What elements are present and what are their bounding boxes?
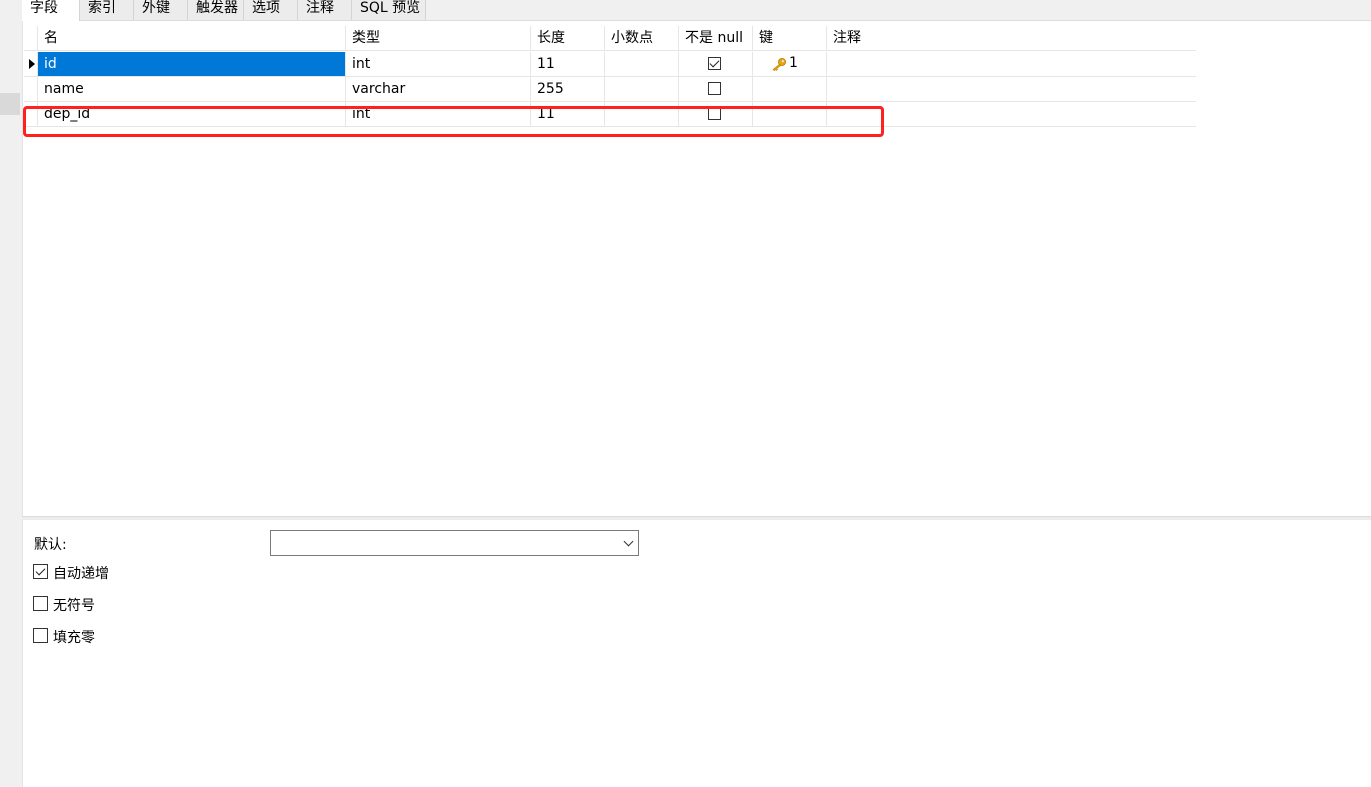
key-order-number: 1 — [789, 55, 798, 71]
zerofill-label[interactable]: 填充零 — [53, 627, 95, 647]
panel-splitter[interactable] — [22, 516, 1371, 520]
chevron-down-icon[interactable] — [623, 536, 634, 547]
tab-foreign-keys[interactable]: 外键 — [134, 0, 188, 20]
tab-fields[interactable]: 字段 — [22, 0, 80, 21]
not-null-checkbox[interactable] — [708, 57, 721, 70]
field-type-cell[interactable]: int — [346, 102, 531, 126]
header-indicator — [24, 26, 38, 50]
column-header-decimals[interactable]: 小数点 — [605, 26, 679, 50]
table-row[interactable]: dep_id int 11 — [24, 102, 1196, 127]
field-decimals-cell[interactable] — [605, 102, 679, 126]
field-name-cell[interactable]: dep_id — [38, 102, 346, 126]
default-value-select[interactable] — [270, 530, 639, 556]
column-header-type[interactable]: 类型 — [346, 26, 531, 50]
unsigned-checkbox[interactable] — [33, 596, 48, 611]
auto-increment-checkbox[interactable] — [33, 564, 48, 579]
auto-increment-label[interactable]: 自动递增 — [53, 563, 109, 583]
field-name-cell[interactable]: name — [38, 77, 346, 101]
table-row[interactable]: id int 11 1 — [24, 52, 1196, 77]
row-indicator — [24, 77, 38, 101]
default-label: 默认: — [34, 537, 67, 553]
field-not-null-cell[interactable] — [679, 52, 753, 76]
field-not-null-cell[interactable] — [679, 102, 753, 126]
field-decimals-cell[interactable] — [605, 77, 679, 101]
current-row-arrow-icon — [29, 59, 35, 69]
column-header-name[interactable]: 名 — [38, 26, 346, 50]
left-panel-strip — [0, 0, 23, 787]
field-length-cell[interactable]: 255 — [531, 77, 605, 101]
tab-comment[interactable]: 注释 — [298, 0, 352, 20]
field-key-cell[interactable] — [753, 77, 827, 101]
tab-options[interactable]: 选项 — [244, 0, 298, 20]
field-decimals-cell[interactable] — [605, 52, 679, 76]
row-indicator — [24, 52, 38, 76]
field-comment-cell[interactable] — [827, 52, 1196, 76]
tab-triggers[interactable]: 触发器 — [188, 0, 244, 20]
field-type-cell[interactable]: varchar — [346, 77, 531, 101]
column-header-key[interactable]: 键 — [753, 26, 827, 50]
field-comment-cell[interactable] — [827, 102, 1196, 126]
not-null-checkbox[interactable] — [708, 107, 721, 120]
field-key-cell[interactable]: 1 — [753, 52, 827, 76]
column-header-length[interactable]: 长度 — [531, 26, 605, 50]
row-indicator — [24, 102, 38, 126]
primary-key-icon — [772, 58, 786, 71]
column-header-comment[interactable]: 注释 — [827, 26, 1196, 50]
column-header-not-null[interactable]: 不是 null — [679, 26, 753, 50]
field-comment-cell[interactable] — [827, 77, 1196, 101]
grid-header: 名 类型 长度 小数点 不是 null 键 注释 — [24, 26, 1196, 51]
tab-indexes[interactable]: 索引 — [80, 0, 134, 20]
tab-bar: 字段 索引 外键 触发器 选项 注释 SQL 预览 — [22, 0, 1371, 21]
table-row[interactable]: name varchar 255 — [24, 77, 1196, 102]
field-length-cell[interactable]: 11 — [531, 102, 605, 126]
tab-sql-preview[interactable]: SQL 预览 — [352, 0, 426, 20]
field-key-cell[interactable] — [753, 102, 827, 126]
field-name-cell[interactable]: id — [38, 52, 346, 76]
field-not-null-cell[interactable] — [679, 77, 753, 101]
zerofill-checkbox[interactable] — [33, 628, 48, 643]
field-length-cell[interactable]: 11 — [531, 52, 605, 76]
not-null-checkbox[interactable] — [708, 82, 721, 95]
panel-handle[interactable] — [0, 93, 20, 115]
unsigned-label[interactable]: 无符号 — [53, 595, 95, 615]
field-type-cell[interactable]: int — [346, 52, 531, 76]
